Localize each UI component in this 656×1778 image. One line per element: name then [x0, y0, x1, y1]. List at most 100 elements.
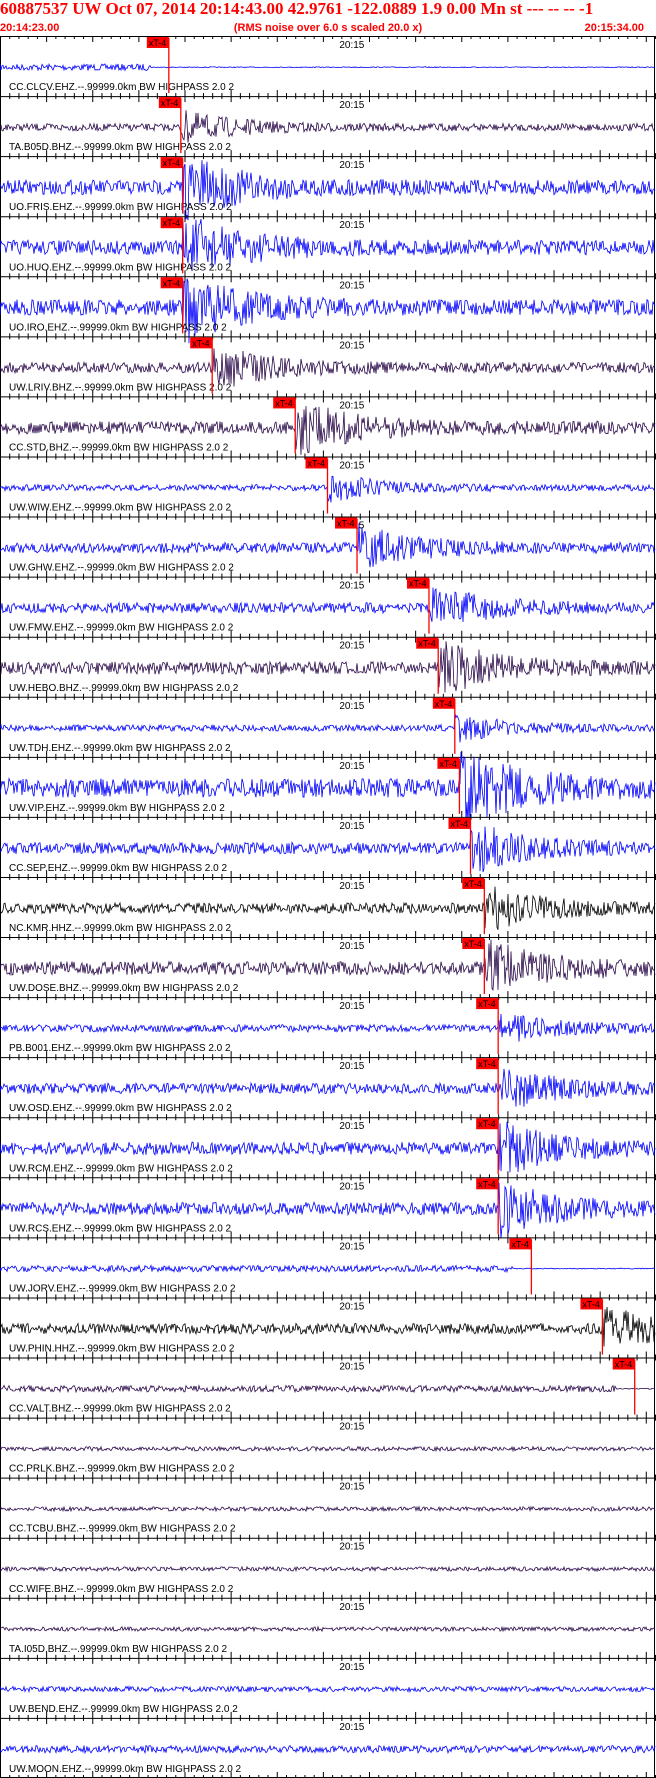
station-label: UW.HEBO.BHZ.--.99999.0km BW HIGHPASS 2.0… [9, 683, 239, 694]
minute-mark-label: 20:15 [339, 941, 364, 952]
station-label: UW.BEND.EHZ.--.99999.0km BW HIGHPASS 2.0… [9, 1704, 238, 1715]
pick-label: xT-4 [478, 1179, 496, 1189]
waveform-trace [0, 110, 656, 143]
pick-label: xT-4 [161, 98, 179, 108]
waveform-trace [0, 1306, 656, 1347]
waveform-trace [0, 1445, 656, 1453]
pick-label: xT-4 [163, 158, 181, 168]
station-label: UW.FMW.EHZ.--.99999.0km BW HIGHPASS 2.0 … [9, 623, 234, 634]
pick-label: xT-4 [464, 939, 482, 949]
minute-mark-label: 20:15 [339, 1181, 364, 1192]
minute-mark-label: 20:15 [339, 280, 364, 291]
waveform-trace [0, 1685, 656, 1694]
minute-mark-label: 20:15 [339, 1602, 364, 1613]
minute-mark-label: 20:15 [339, 761, 364, 772]
station-label: TA.I05D.BHZ.--.99999.0km BW HIGHPASS 2.0… [9, 1644, 227, 1655]
minute-mark-label: 20:15 [339, 1542, 364, 1553]
pick-label: xT-4 [582, 1299, 600, 1309]
minute-mark-label: 20:15 [339, 1061, 364, 1072]
station-label: UO.HUO.EHZ.--.99999.0km BW HIGHPASS 2.0 … [9, 262, 232, 273]
waveform-trace [0, 1384, 655, 1394]
station-label: UW.LRIV.BHZ.--.99999.0km BW HIGHPASS 2.0… [9, 382, 232, 393]
minute-mark-label: 20:15 [339, 220, 364, 231]
seismogram-plot: 20:15 CC.CLCV.EHZ.--.99999.0km BW HIGHPAS… [0, 36, 656, 1778]
minute-mark-label: 20:15 [339, 1241, 364, 1252]
waveform-trace [0, 348, 656, 387]
station-label: CC.WIFE.BHZ.--.99999.0km BW HIGHPASS 2.0… [9, 1584, 234, 1595]
station-label: CC.PRLK.BHZ.--.99999.0km BW HIGHPASS 2.0… [9, 1464, 235, 1475]
minute-mark-label: 20:15 [339, 1121, 364, 1132]
minute-mark-label: 20:15 [339, 641, 364, 652]
waveform-trace [0, 278, 656, 344]
minute-mark-label: 20:15 [339, 1301, 364, 1312]
pick-label: xT-4 [478, 999, 496, 1009]
minute-mark-label: 20:15 [339, 821, 364, 832]
minute-mark-label: 20:15 [339, 581, 364, 592]
station-label: UW.JORV.EHZ.--.99999.0km BW HIGHPASS 2.0… [9, 1283, 236, 1294]
waveform-trace [0, 1744, 656, 1755]
station-label: UW.RCS.EHZ.--.99999.0km BW HIGHPASS 2.0 … [9, 1223, 232, 1234]
minute-mark-label: 20:15 [339, 100, 364, 111]
station-label: UW.PHIN.HHZ.--.99999.0km BW HIGHPASS 2.0… [9, 1344, 235, 1355]
station-label: UW.MOON.EHZ.--.99999.0km BW HIGHPASS 2.0… [9, 1764, 242, 1775]
pick-label: xT-4 [308, 458, 326, 468]
pick-label: xT-4 [511, 1239, 529, 1249]
waveform-trace [0, 1013, 656, 1042]
minute-mark-label: 20:15 [339, 1482, 364, 1493]
station-label: UO.IRO.EHZ.--.99999.0km BW HIGHPASS 2.0 … [9, 322, 227, 333]
waveform-trace [0, 751, 656, 828]
station-label: UW.VIP.EHZ.--.99999.0km BW HIGHPASS 2.0 … [9, 803, 225, 814]
station-label: CC.STD.BHZ.--.99999.0km BW HIGHPASS 2.0 … [9, 442, 229, 453]
pick-label: xT-4 [435, 699, 453, 709]
pick-label: xT-4 [337, 519, 355, 529]
pick-label: xT-4 [439, 759, 457, 769]
station-label: TA.B05D.BHZ.--.99999.0km BW HIGHPASS 2.0… [9, 142, 231, 153]
station-label: UW.TDH.EHZ.--.99999.0km BW HIGHPASS 2.0 … [9, 743, 231, 754]
pick-label: xT-4 [163, 278, 181, 288]
waveform-trace [0, 63, 656, 72]
station-label: PB.B001.EHZ.--.99999.0km BW HIGHPASS 2.0… [9, 1043, 231, 1054]
station-label: CC.TCBU.BHZ.--.99999.0km BW HIGHPASS 2.0… [9, 1524, 236, 1535]
station-label: UW.OSD.EHZ.--.99999.0km BW HIGHPASS 2.0 … [9, 1103, 232, 1114]
pick-label: xT-4 [464, 879, 482, 889]
pick-label: xT-4 [418, 639, 436, 649]
waveform-trace [0, 1068, 656, 1107]
waveform-trace [0, 523, 656, 568]
pick-label: xT-4 [478, 1119, 496, 1129]
minute-mark-label: 20:15 [339, 340, 364, 351]
waveform-trace [0, 1263, 656, 1274]
waveform-trace [0, 713, 656, 743]
pick-label: xT-4 [409, 579, 427, 589]
plot-header: 60887537 UW Oct 07, 2014 20:14:43.00 42.… [0, 0, 656, 36]
station-label: UO.FRIS.EHZ.--.99999.0km BW HIGHPASS 2.0… [9, 202, 232, 213]
minute-mark-label: 20:15 [339, 1662, 364, 1673]
station-label: UW.WIW.EHZ.--.99999.0km BW HIGHPASS 2.0 … [9, 503, 232, 514]
minute-mark-label: 20:15 [339, 1362, 364, 1373]
station-label: CC.VALT.BHZ.--.99999.0km BW HIGHPASS 2.0… [9, 1404, 231, 1415]
waveform-trace [0, 1625, 656, 1633]
minute-mark-label: 20:15 [339, 701, 364, 712]
station-label: NC.KMR.HHZ.--.99999.0km BW HIGHPASS 2.0 … [9, 923, 232, 934]
minute-mark-label: 20:15 [339, 1001, 364, 1012]
pick-label: xT-4 [149, 38, 167, 48]
minute-mark-label: 20:15 [339, 40, 364, 51]
pick-label: xT-4 [275, 398, 293, 408]
station-label: CC.SEP.EHZ.--.99999.0km BW HIGHPASS 2.0 … [9, 863, 227, 874]
minute-mark-label: 20:15 [339, 881, 364, 892]
end-time-label: 20:15:34.00 [584, 22, 644, 34]
rms-noise-subtitle: (RMS noise over 6.0 s scaled 20.0 x) [233, 22, 423, 34]
waveform-trace [0, 1505, 656, 1513]
waveform-trace [0, 587, 656, 623]
station-label: CC.CLCV.EHZ.--.99999.0km BW HIGHPASS 2.0… [9, 82, 235, 93]
waveform-trace [0, 1565, 656, 1573]
pick-label: xT-4 [615, 1360, 633, 1370]
minute-mark-label: 20:15 [339, 400, 364, 411]
minute-mark-label: 20:15 [339, 460, 364, 471]
minute-mark-label: 20:15 [339, 1422, 364, 1433]
event-title: 60887537 UW Oct 07, 2014 20:14:43.00 42.… [0, 0, 594, 18]
minute-mark-label: 20:15 [339, 1722, 364, 1733]
pick-label: xT-4 [163, 218, 181, 228]
pick-label: xT-4 [192, 338, 210, 348]
station-label: UW.DOSE.BHZ.--.99999.0km BW HIGHPASS 2.0… [9, 983, 239, 994]
minute-mark-label: 20:15 [339, 160, 364, 171]
